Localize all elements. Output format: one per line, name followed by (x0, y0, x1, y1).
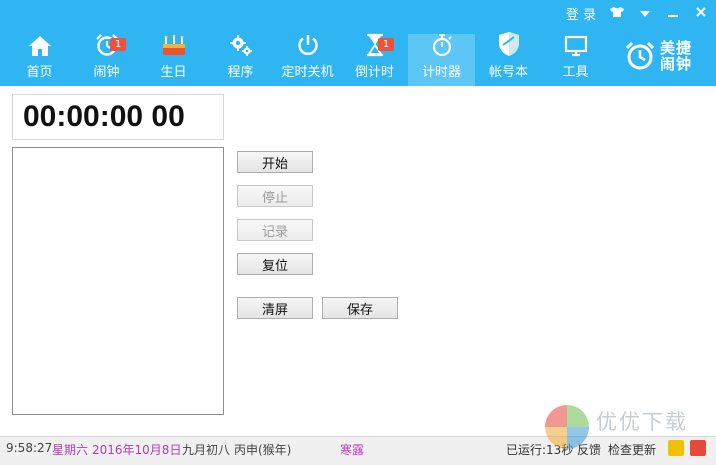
status-running-time: 已运行:13秒 (506, 443, 574, 457)
record-list[interactable] (12, 147, 224, 415)
watermark-text: 优优下载 (596, 410, 688, 434)
nav-label: 程序 (227, 65, 254, 80)
nav-label: 生日 (160, 65, 187, 80)
nav-label: 工具 (562, 65, 589, 80)
brand-line-2: 闹钟 (660, 55, 693, 73)
birthday-cake-icon (161, 33, 187, 57)
status-ganzhi: 丙申(猴年) (234, 443, 292, 457)
close-icon[interactable] (694, 6, 708, 20)
nav-label: 定时关机 (281, 65, 334, 80)
left-border (0, 86, 6, 436)
alarm-badge: 1 (110, 38, 126, 51)
feedback-link[interactable]: 反馈 (577, 441, 601, 458)
weibo-icon[interactable] (690, 440, 706, 456)
login-link[interactable]: 登 录 (566, 4, 596, 23)
alarm-clock-icon (625, 41, 655, 70)
status-solar-term[interactable]: 寒露 (340, 441, 364, 458)
main-nav: 首页 1 闹钟 生日 程序 定时关机 1 倒计时 计时器 帐号本 工具 (6, 31, 609, 86)
nav-home[interactable]: 首页 (6, 34, 73, 86)
nav-label: 计时器 (421, 65, 461, 80)
timer-value: 00:00:00 00 (23, 100, 185, 133)
home-icon (27, 34, 53, 57)
gear-icon (228, 33, 254, 57)
nav-label: 闹钟 (93, 65, 120, 80)
window-controls: 登 录 (566, 4, 708, 23)
check-update-link[interactable]: 检查更新 (608, 441, 656, 458)
clear-button[interactable]: 清屏 (237, 297, 313, 319)
chevron-down-icon[interactable] (638, 6, 652, 20)
nav-alarm[interactable]: 1 闹钟 (73, 34, 140, 86)
nav-stopwatch[interactable]: 计时器 (408, 34, 475, 86)
app-tray-icon[interactable] (668, 440, 684, 456)
status-weekday: 星期六 (52, 443, 89, 457)
status-date: 2016年10月8日 (92, 443, 182, 457)
nav-label: 倒计时 (354, 65, 394, 80)
nav-label: 帐号本 (488, 65, 528, 80)
stopwatch-icon (429, 33, 455, 57)
timer-display: 00:00:00 00 (12, 94, 224, 140)
shield-icon (496, 31, 522, 57)
record-button[interactable]: 记录 (237, 219, 313, 241)
save-button[interactable]: 保存 (322, 297, 398, 319)
nav-program[interactable]: 程序 (207, 34, 274, 86)
brand-line-1: 美捷 (660, 39, 693, 57)
right-border (710, 86, 716, 436)
power-icon (295, 33, 321, 57)
brand-logo: 美捷 闹钟 (624, 38, 710, 74)
top-bar: 登 录 首页 1 闹钟 生日 程序 定时关机 1 倒计时 计时器 帐号本 工具 … (0, 0, 716, 86)
monitor-icon (563, 34, 589, 57)
status-lunar-date: 九月初八 (182, 443, 231, 457)
countdown-badge: 1 (378, 38, 394, 51)
nav-accounts[interactable]: 帐号本 (475, 31, 542, 86)
nav-countdown[interactable]: 1 倒计时 (341, 33, 408, 86)
shirt-icon[interactable] (610, 6, 624, 20)
nav-birthday[interactable]: 生日 (140, 34, 207, 86)
start-button[interactable]: 开始 (237, 151, 313, 173)
nav-tools[interactable]: 工具 (542, 34, 609, 86)
reset-button[interactable]: 复位 (237, 253, 313, 275)
stop-button[interactable]: 停止 (237, 185, 313, 207)
status-time: 9:58:27 (6, 441, 53, 455)
nav-shutdown[interactable]: 定时关机 (274, 34, 341, 86)
brand-name: 美捷 闹钟 (660, 40, 692, 72)
nav-label: 首页 (26, 65, 53, 80)
minimize-icon[interactable] (666, 6, 680, 20)
